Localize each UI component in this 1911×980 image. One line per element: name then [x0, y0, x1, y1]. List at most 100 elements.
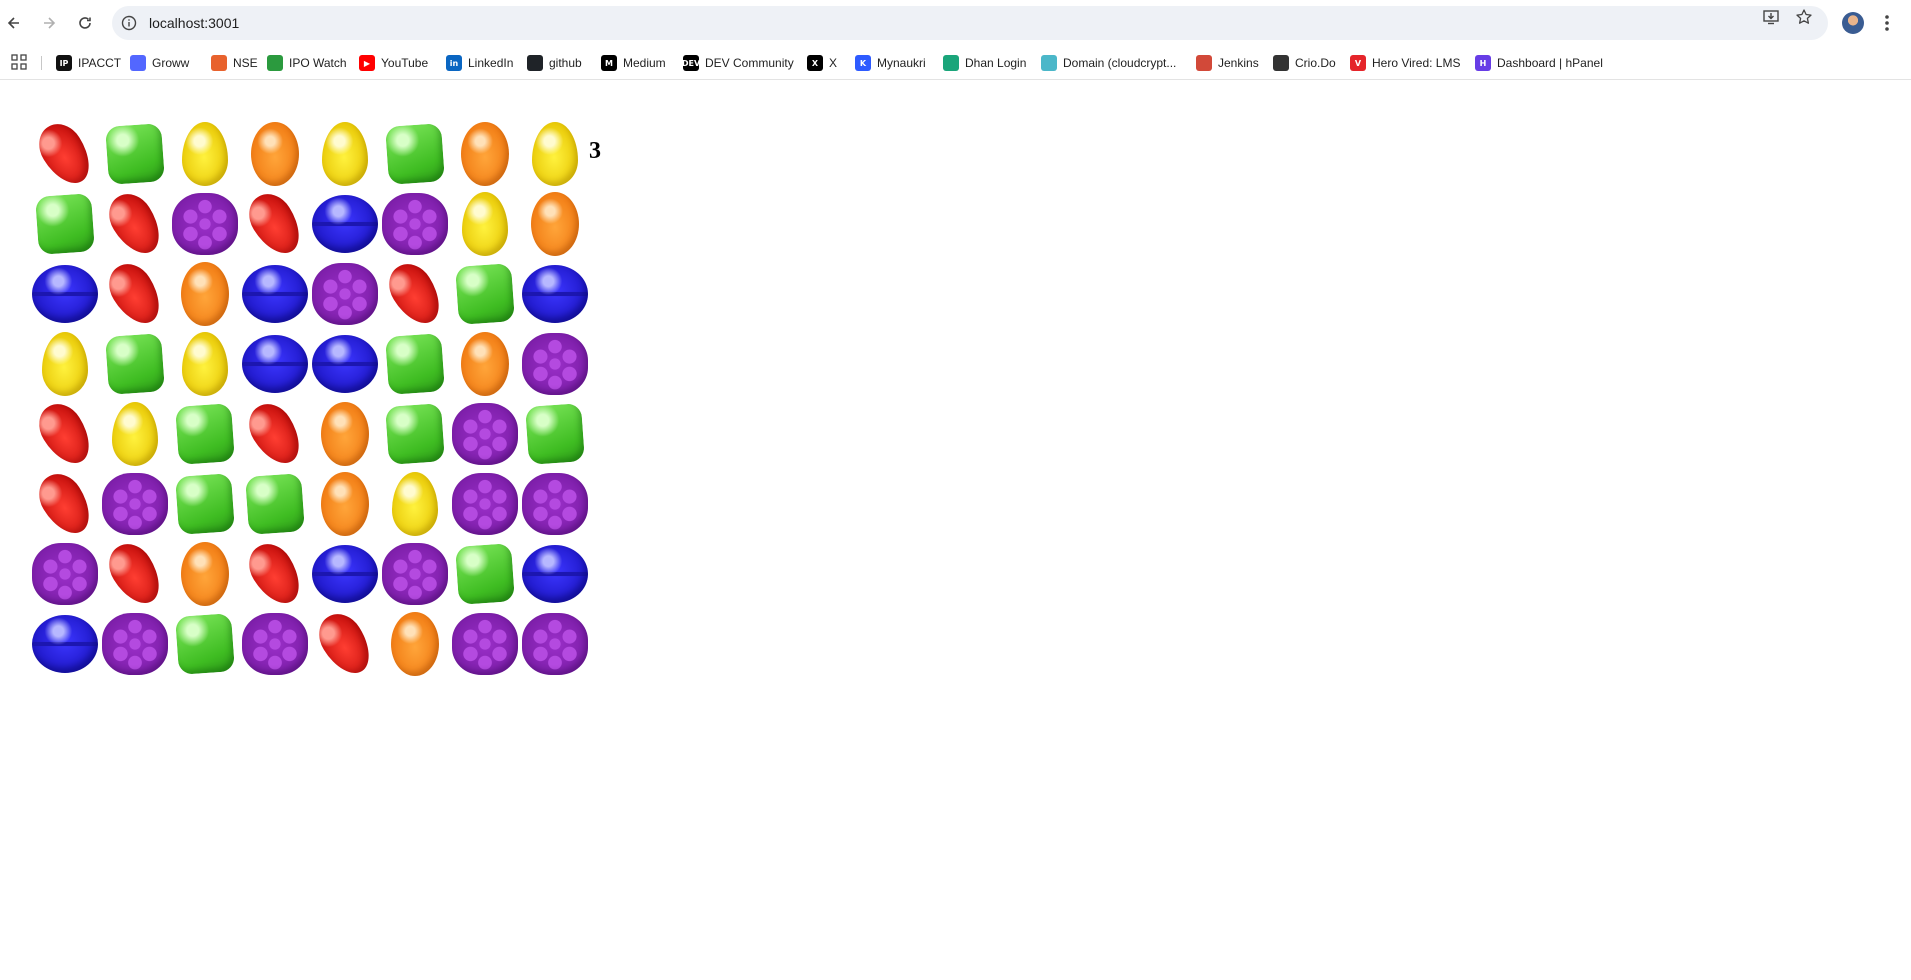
- star-icon[interactable]: [1795, 8, 1813, 26]
- board-cell[interactable]: [30, 609, 100, 679]
- board-cell[interactable]: [240, 259, 310, 329]
- board-cell[interactable]: [310, 399, 380, 469]
- board-cell[interactable]: [240, 535, 310, 613]
- board-cell[interactable]: [30, 189, 100, 259]
- board-cell[interactable]: [100, 399, 170, 469]
- red-candy-icon[interactable]: [240, 535, 310, 613]
- purple-candy-icon[interactable]: [452, 403, 518, 465]
- yellow-candy-icon[interactable]: [182, 332, 228, 396]
- board-cell[interactable]: [380, 189, 450, 259]
- red-candy-icon[interactable]: [30, 395, 100, 473]
- red-candy-icon[interactable]: [380, 255, 450, 333]
- forward-button[interactable]: [35, 9, 63, 37]
- board-cell[interactable]: [310, 539, 380, 609]
- board-cell[interactable]: [100, 469, 170, 539]
- red-candy-icon[interactable]: [30, 465, 100, 543]
- board-cell[interactable]: [100, 535, 170, 613]
- board-cell[interactable]: [310, 329, 380, 399]
- green-candy-icon[interactable]: [105, 123, 165, 185]
- apps-grid-icon[interactable]: [11, 54, 27, 70]
- bookmark-dev-community[interactable]: DEV DEV Community: [682, 46, 794, 80]
- board-cell[interactable]: [240, 469, 310, 539]
- board-cell[interactable]: [170, 259, 240, 329]
- board-cell[interactable]: [520, 539, 590, 609]
- board-cell[interactable]: [450, 189, 520, 259]
- board-cell[interactable]: [380, 255, 450, 333]
- board-cell[interactable]: [170, 469, 240, 539]
- back-button[interactable]: [0, 9, 28, 37]
- red-candy-icon[interactable]: [30, 115, 100, 193]
- purple-candy-icon[interactable]: [452, 613, 518, 675]
- board-cell[interactable]: [520, 189, 590, 259]
- board-cell[interactable]: [30, 395, 100, 473]
- blue-candy-icon[interactable]: [522, 545, 588, 603]
- board-cell[interactable]: [240, 119, 310, 189]
- board-cell[interactable]: [450, 609, 520, 679]
- purple-candy-icon[interactable]: [102, 613, 168, 675]
- orange-candy-icon[interactable]: [181, 542, 229, 606]
- more-vert-icon[interactable]: [1880, 11, 1894, 35]
- bookmark-linkedin[interactable]: in LinkedIn: [446, 46, 513, 80]
- board-cell[interactable]: [450, 259, 520, 329]
- board-cell[interactable]: [240, 395, 310, 473]
- orange-candy-icon[interactable]: [461, 332, 509, 396]
- bookmark-github[interactable]: github: [527, 46, 582, 80]
- board-cell[interactable]: [30, 115, 100, 193]
- board-cell[interactable]: [380, 609, 450, 679]
- board-cell[interactable]: [240, 609, 310, 679]
- bookmark-domain-cloudcrypt[interactable]: Domain (cloudcrypt...: [1041, 46, 1176, 80]
- red-candy-icon[interactable]: [100, 255, 170, 333]
- board-cell[interactable]: [100, 255, 170, 333]
- install-app-icon[interactable]: [1762, 8, 1780, 26]
- purple-candy-icon[interactable]: [102, 473, 168, 535]
- red-candy-icon[interactable]: [310, 605, 380, 683]
- purple-candy-icon[interactable]: [382, 193, 448, 255]
- board-cell[interactable]: [30, 465, 100, 543]
- red-candy-icon[interactable]: [100, 185, 170, 263]
- board-cell[interactable]: [450, 469, 520, 539]
- purple-candy-icon[interactable]: [172, 193, 238, 255]
- bookmark-jenkins[interactable]: Jenkins: [1196, 46, 1259, 80]
- bookmark-hero-vired-lms[interactable]: V Hero Vired: LMS: [1350, 46, 1460, 80]
- green-candy-icon[interactable]: [175, 403, 235, 465]
- green-candy-icon[interactable]: [35, 193, 95, 255]
- green-candy-icon[interactable]: [175, 473, 235, 535]
- profile-avatar[interactable]: [1842, 12, 1864, 34]
- board-cell[interactable]: [520, 609, 590, 679]
- orange-candy-icon[interactable]: [321, 402, 369, 466]
- blue-candy-icon[interactable]: [522, 265, 588, 323]
- bookmark-medium[interactable]: M Medium: [601, 46, 666, 80]
- board-cell[interactable]: [310, 259, 380, 329]
- purple-candy-icon[interactable]: [522, 613, 588, 675]
- purple-candy-icon[interactable]: [312, 263, 378, 325]
- orange-candy-icon[interactable]: [251, 122, 299, 186]
- reload-button[interactable]: [71, 9, 99, 37]
- purple-candy-icon[interactable]: [32, 543, 98, 605]
- green-candy-icon[interactable]: [245, 473, 305, 535]
- bookmark-dhan-login[interactable]: Dhan Login: [943, 46, 1026, 80]
- bookmark-groww[interactable]: Groww: [130, 46, 189, 80]
- board-cell[interactable]: [100, 119, 170, 189]
- board-cell[interactable]: [170, 189, 240, 259]
- purple-candy-icon[interactable]: [522, 473, 588, 535]
- board-cell[interactable]: [310, 605, 380, 683]
- blue-candy-icon[interactable]: [312, 335, 378, 393]
- green-candy-icon[interactable]: [385, 333, 445, 395]
- purple-candy-icon[interactable]: [382, 543, 448, 605]
- green-candy-icon[interactable]: [455, 543, 515, 605]
- board-cell[interactable]: [380, 399, 450, 469]
- address-bar[interactable]: localhost:3001: [112, 6, 1828, 40]
- board-cell[interactable]: [30, 539, 100, 609]
- board-cell[interactable]: [380, 469, 450, 539]
- board-cell[interactable]: [240, 329, 310, 399]
- blue-candy-icon[interactable]: [312, 195, 378, 253]
- board-cell[interactable]: [380, 119, 450, 189]
- blue-candy-icon[interactable]: [32, 615, 98, 673]
- board-cell[interactable]: [310, 189, 380, 259]
- board-cell[interactable]: [100, 329, 170, 399]
- board-cell[interactable]: [30, 259, 100, 329]
- green-candy-icon[interactable]: [385, 403, 445, 465]
- board-cell[interactable]: [170, 609, 240, 679]
- purple-candy-icon[interactable]: [522, 333, 588, 395]
- bookmark-youtube[interactable]: ▶ YouTube: [359, 46, 428, 80]
